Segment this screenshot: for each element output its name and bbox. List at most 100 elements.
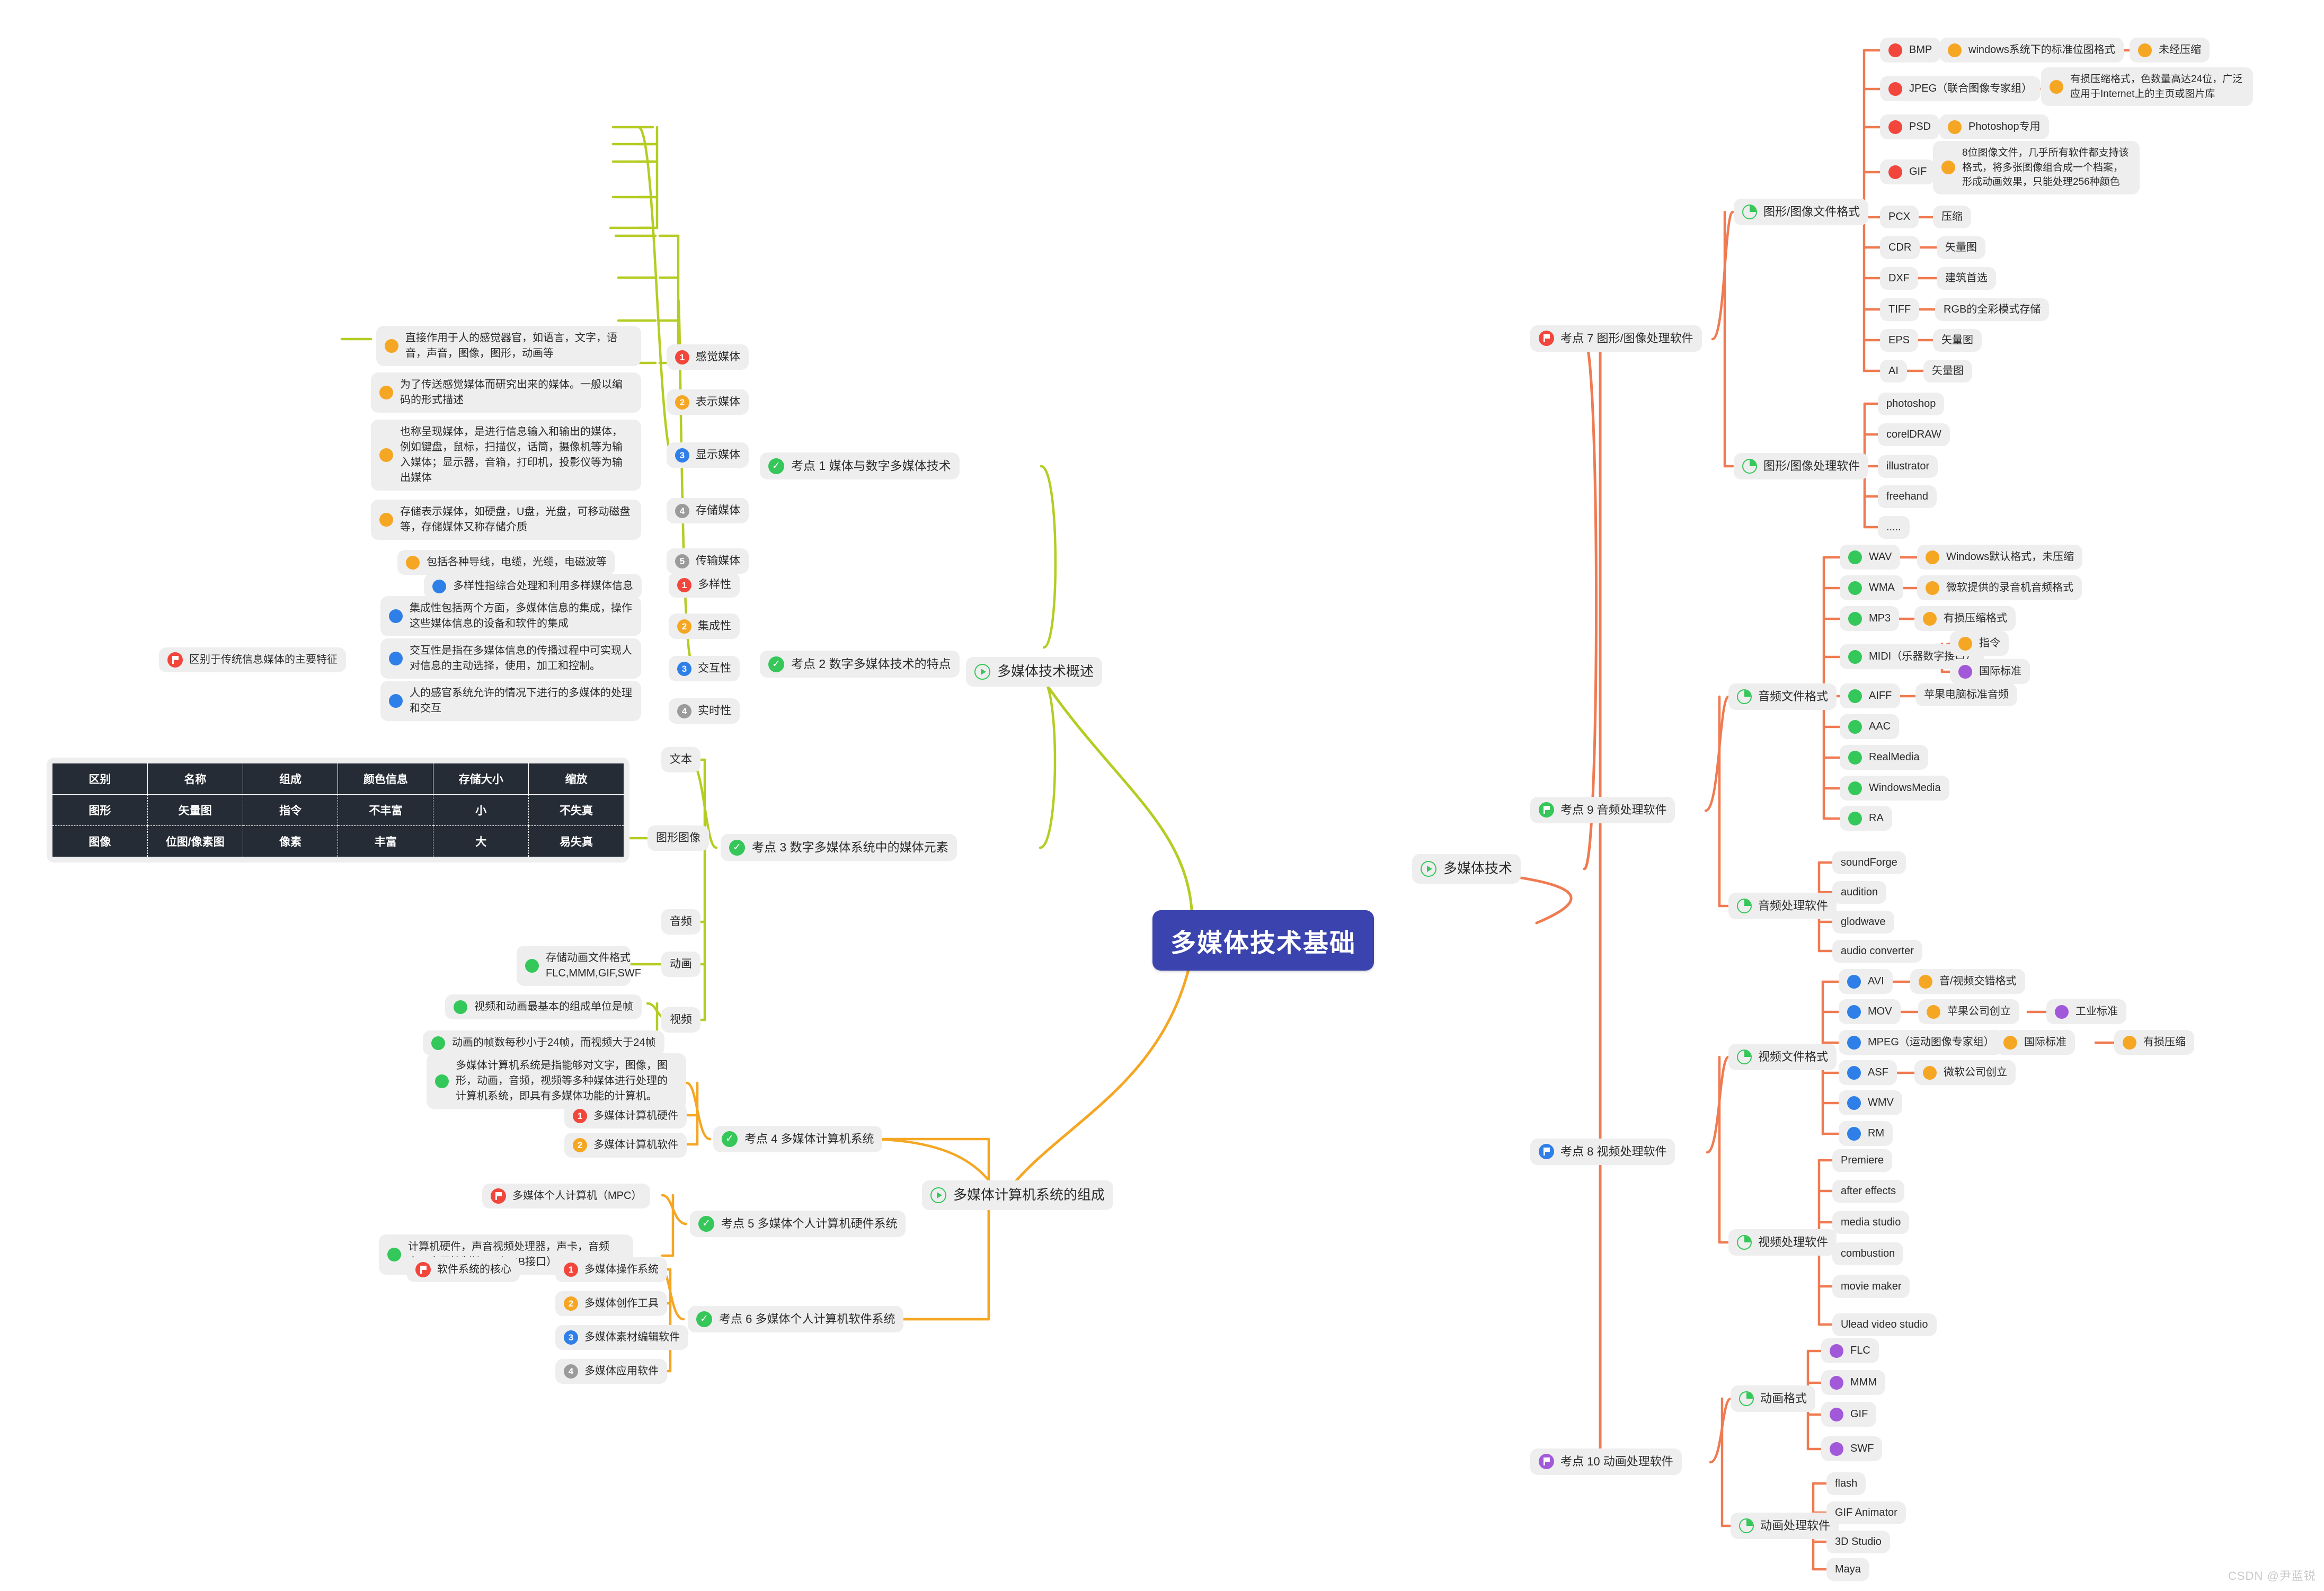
afmt-midi-sub-0[interactable]: 指令 [1950,631,2009,656]
kp9-sw-2[interactable]: glodwave [1832,911,1894,934]
afmt-windowsmedia[interactable]: WindowsMedia [1840,776,1949,801]
fmt-psd[interactable]: PSD [1880,114,1940,139]
kp4-item-1[interactable]: 1 多媒体计算机硬件 [564,1104,687,1128]
kp2-node[interactable]: ✓ 考点 2 数字多媒体技术的特点 [760,651,960,678]
afmt-aiff[interactable]: AIFF [1840,683,1901,708]
kp8-sw-3[interactable]: combustion [1832,1242,1904,1265]
kp7-sw-1[interactable]: corelDRAW [1878,423,1950,446]
kp8-sw-4[interactable]: movie maker [1832,1275,1910,1298]
kp3-element-graphics[interactable]: 图形图像 [647,825,709,851]
afmt-midi-sub-1[interactable]: 国际标准 [1950,659,2030,684]
branch-tech[interactable]: 多媒体技术 [1412,854,1521,884]
fmt-gif[interactable]: GIF [1880,159,1936,184]
kp4-desc[interactable]: 多媒体计算机系统是指能够对文字，图像，图形，动画，音频，视频等多种媒体进行处理的… [427,1053,686,1109]
kp1-desc-3[interactable]: 也称呈现媒体，是进行信息输入和输出的媒体，例如键盘，鼠标，扫描仪，话筒，摄像机等… [371,420,641,491]
kp2-item-2[interactable]: 2 集成性 [669,614,740,639]
kp3-node[interactable]: ✓ 考点 3 数字多媒体系统中的媒体元素 [721,834,957,861]
fmt-bmp-note[interactable]: windows系统下的标准位图格式 [1939,38,2124,63]
fmt-ai[interactable]: AI [1880,360,1907,383]
branch-overview[interactable]: 多媒体技术概述 [966,657,1103,687]
afmt-wma-note[interactable]: 微软提供的录音机音频格式 [1917,575,2082,600]
kp7-node[interactable]: 考点 7 图形/图像处理软件 [1530,325,1702,352]
kp1-item-5[interactable]: 5 传输媒体 [667,548,749,574]
kp1-desc-5[interactable]: 包括各种导线，电缆，光缆，电磁波等 [397,550,615,575]
kp4-item-2[interactable]: 2 多媒体计算机软件 [564,1133,687,1158]
kp2-desc-3[interactable]: 交互性是指在多媒体信息的传播过程中可实现人对信息的主动选择，使用，加工和控制。 [380,638,641,679]
vfmt-avi[interactable]: AVI [1839,969,1893,994]
kp9-formats-node[interactable]: 音频文件格式 [1728,683,1837,710]
afmt-wma[interactable]: WMA [1840,575,1903,600]
kp8-sw-1[interactable]: after effects [1832,1180,1905,1203]
anfmt-mmm[interactable]: MMM [1821,1370,1885,1395]
fmt-cdr-note[interactable]: 矢量图 [1937,236,1985,259]
kp6-item-3[interactable]: 3 多媒体素材编辑软件 [555,1325,688,1350]
fmt-pcx[interactable]: PCX [1880,206,1919,228]
vfmt-rm[interactable]: RM [1839,1121,1893,1146]
fmt-ai-note[interactable]: 矢量图 [1923,360,1972,383]
fmt-bmp[interactable]: BMP [1880,38,1941,63]
kp7-formats-node[interactable]: 图形/图像文件格式 [1734,199,1869,225]
kp2-desc-1[interactable]: 多样性指综合处理和利用多样媒体信息 [424,574,642,599]
kp1-item-3[interactable]: 3 显示媒体 [667,442,749,468]
root-node[interactable]: 多媒体技术基础 [1152,910,1374,971]
fmt-dxf[interactable]: DXF [1880,267,1918,290]
fmt-eps[interactable]: EPS [1880,329,1919,352]
kp1-desc-2[interactable]: 为了传送感觉媒体而研究出来的媒体。一般以编码的形式描述 [371,372,641,413]
vfmt-mov[interactable]: MOV [1839,999,1901,1024]
vfmt-asf[interactable]: ASF [1839,1060,1897,1085]
vfmt-avi-note[interactable]: 音/视频交错格式 [1910,969,2025,994]
kp1-desc-1[interactable]: 直接作用于人的感觉器官，如语言，文字，语音，声音，图像，图形，动画等 [376,326,641,366]
kp9-sw-0[interactable]: soundForge [1832,851,1906,874]
kp6-core-note[interactable]: 软件系统的核心 [407,1257,520,1282]
kp10-sw-2[interactable]: 3D Studio [1826,1531,1890,1553]
kp2-item-3[interactable]: 3 交互性 [669,656,740,682]
kp2-item-1[interactable]: 1 多样性 [669,572,740,598]
kp10-sw-3[interactable]: Maya [1826,1558,1869,1581]
kp2-desc-2[interactable]: 集成性包括两个方面，多媒体信息的集成，操作这些媒体信息的设备和软件的集成 [380,596,641,636]
kp8-sw-0[interactable]: Premiere [1832,1149,1893,1172]
afmt-mp3-note[interactable]: 有损压缩格式 [1914,606,2016,631]
kp8-software-node[interactable]: 视频处理软件 [1728,1229,1837,1256]
fmt-jpeg[interactable]: JPEG（联合图像专家组） [1880,76,2041,101]
kp8-formats-node[interactable]: 视频文件格式 [1728,1044,1837,1070]
vfmt-mov-note[interactable]: 苹果公司创立 [1918,999,2019,1024]
kp10-node[interactable]: 考点 10 动画处理软件 [1530,1448,1682,1475]
kp3-video-note-2[interactable]: 动画的帧数每秒小于24帧，而视频大于24帧 [423,1030,664,1055]
fmt-tiff[interactable]: TIFF [1880,298,1920,321]
kp6-node[interactable]: ✓ 考点 6 多媒体个人计算机软件系统 [688,1306,904,1332]
kp9-sw-1[interactable]: audition [1832,881,1887,904]
fmt-cdr[interactable]: CDR [1880,236,1920,259]
fmt-eps-note[interactable]: 矢量图 [1933,329,1982,352]
kp7-sw-3[interactable]: freehand [1878,485,1937,508]
kp7-software-node[interactable]: 图形/图像处理软件 [1734,453,1869,479]
kp7-sw-0[interactable]: photoshop [1878,393,1945,415]
afmt-realmedia[interactable]: RealMedia [1840,745,1928,770]
fmt-gif-note[interactable]: 8位图像文件，几乎所有软件都支持该格式，将多张图像组合成一个档案，形成动画效果，… [1933,141,2140,194]
kp3-video-note-1[interactable]: 视频和动画最基本的组成单位是帧 [445,994,642,1019]
vfmt-mpeg[interactable]: MPEG（运动图像专家组） [1839,1030,2003,1055]
afmt-mp3[interactable]: MP3 [1840,606,1900,631]
kp1-item-2[interactable]: 2 表示媒体 [667,389,749,415]
branch-composition[interactable]: 多媒体计算机系统的组成 [922,1180,1114,1210]
kp1-desc-4[interactable]: 存储表示媒体，如硬盘，U盘，光盘，可移动磁盘等，存储媒体又称存储介质 [371,500,641,540]
kp2-item-4[interactable]: 4 实时性 [669,698,740,724]
kp10-formats-node[interactable]: 动画格式 [1731,1385,1816,1412]
kp9-node[interactable]: 考点 9 音频处理软件 [1530,797,1675,823]
vfmt-asf-note[interactable]: 微软公司创立 [1914,1060,2016,1085]
fmt-jpeg-note[interactable]: 有损压缩格式，色数量高达24位，广泛应用于Internet上的主页或图片库 [2041,67,2253,106]
anfmt-swf[interactable]: SWF [1821,1436,1883,1461]
kp10-sw-1[interactable]: GIF Animator [1826,1501,1906,1524]
kp3-animation-note[interactable]: 存储动画文件格式 FLC,MMM,GIF,SWF [517,946,641,986]
kp8-sw-2[interactable]: media studio [1832,1211,1910,1234]
kp2-desc-4[interactable]: 人的感官系统允许的情况下进行的多媒体的处理和交互 [380,681,641,721]
kp1-item-1[interactable]: 1 感觉媒体 [667,344,749,370]
kp8-node[interactable]: 考点 8 视频处理软件 [1530,1139,1675,1165]
afmt-aiff-note[interactable]: 苹果电脑标准音频 [1915,683,2017,706]
kp4-node[interactable]: ✓ 考点 4 多媒体计算机系统 [713,1126,883,1152]
kp3-element-audio[interactable]: 音频 [661,909,700,935]
afmt-wav-note[interactable]: Windows默认格式，未压缩 [1917,545,2083,570]
vfmt-mov-note2[interactable]: 工业标准 [2046,999,2126,1024]
afmt-aac[interactable]: AAC [1840,714,1900,739]
afmt-ra[interactable]: RA [1840,806,1892,831]
vfmt-mpeg-note2[interactable]: 有损压缩 [2114,1030,2194,1055]
